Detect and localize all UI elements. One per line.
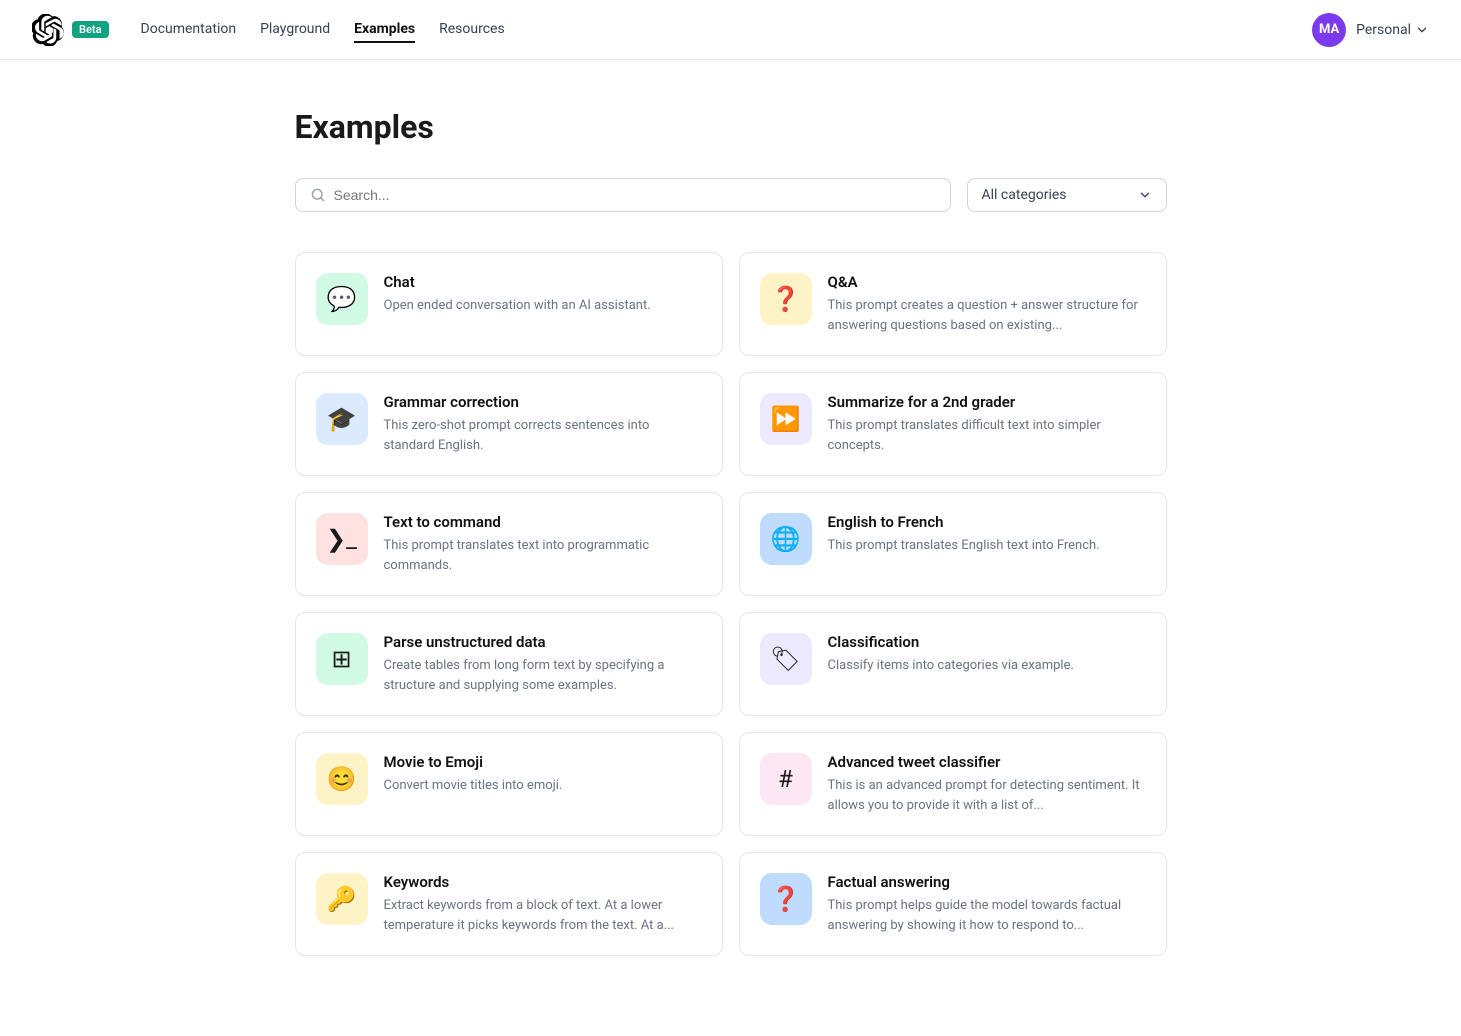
search-icon bbox=[310, 187, 326, 203]
nav-right: MA Personal bbox=[1312, 13, 1429, 47]
card-title-keywords: Keywords bbox=[384, 873, 702, 891]
card-desc-chat: Open ended conversation with an AI assis… bbox=[384, 296, 702, 316]
card-title-summarize: Summarize for a 2nd grader bbox=[828, 393, 1146, 411]
card-classification[interactable]: 🏷 Classification Classify items into cat… bbox=[739, 612, 1167, 716]
card-icon-classification: 🏷 bbox=[760, 633, 812, 685]
card-icon-qa: ❓ bbox=[760, 273, 812, 325]
card-keywords[interactable]: 🔑 Keywords Extract keywords from a block… bbox=[295, 852, 723, 956]
nav-link-examples[interactable]: Examples bbox=[354, 17, 415, 43]
page-title: Examples bbox=[295, 108, 1167, 146]
nav-link-resources[interactable]: Resources bbox=[439, 17, 505, 43]
card-parse[interactable]: ⊞ Parse unstructured data Create tables … bbox=[295, 612, 723, 716]
card-text-factual: Factual answering This prompt helps guid… bbox=[828, 873, 1146, 935]
card-summarize[interactable]: ⏩ Summarize for a 2nd grader This prompt… bbox=[739, 372, 1167, 476]
card-en-fr[interactable]: 🌐 English to French This prompt translat… bbox=[739, 492, 1167, 596]
card-desc-keywords: Extract keywords from a block of text. A… bbox=[384, 896, 702, 935]
card-icon-movie-emoji: 😊 bbox=[316, 753, 368, 805]
card-text-grammar: Grammar correction This zero-shot prompt… bbox=[384, 393, 702, 455]
card-desc-qa: This prompt creates a question + answer … bbox=[828, 296, 1146, 335]
card-text-text-command: Text to command This prompt translates t… bbox=[384, 513, 702, 575]
search-input[interactable] bbox=[334, 187, 936, 203]
card-title-qa: Q&A bbox=[828, 273, 1146, 291]
card-desc-text-command: This prompt translates text into program… bbox=[384, 536, 702, 575]
card-desc-classification: Classify items into categories via examp… bbox=[828, 656, 1146, 676]
card-title-parse: Parse unstructured data bbox=[384, 633, 702, 651]
nav-link-documentation[interactable]: Documentation bbox=[141, 17, 237, 43]
card-text-tweet-classifier: Advanced tweet classifier This is an adv… bbox=[828, 753, 1146, 815]
card-tweet-classifier[interactable]: # Advanced tweet classifier This is an a… bbox=[739, 732, 1167, 836]
card-icon-keywords: 🔑 bbox=[316, 873, 368, 925]
card-title-chat: Chat bbox=[384, 273, 702, 291]
card-grammar[interactable]: 🎓 Grammar correction This zero-shot prom… bbox=[295, 372, 723, 476]
card-text-parse: Parse unstructured data Create tables fr… bbox=[384, 633, 702, 695]
filters-bar: All categories bbox=[295, 178, 1167, 212]
card-text-en-fr: English to French This prompt translates… bbox=[828, 513, 1146, 556]
card-desc-summarize: This prompt translates difficult text in… bbox=[828, 416, 1146, 455]
card-icon-factual: ❓ bbox=[760, 873, 812, 925]
openai-logo-icon bbox=[32, 14, 64, 46]
examples-grid: 💬 Chat Open ended conversation with an A… bbox=[295, 252, 1167, 956]
category-dropdown[interactable]: All categories bbox=[967, 178, 1167, 212]
nav-link-playground[interactable]: Playground bbox=[260, 17, 330, 43]
avatar[interactable]: MA bbox=[1312, 13, 1346, 47]
card-title-en-fr: English to French bbox=[828, 513, 1146, 531]
card-title-grammar: Grammar correction bbox=[384, 393, 702, 411]
card-desc-grammar: This zero-shot prompt corrects sentences… bbox=[384, 416, 702, 455]
card-qa[interactable]: ❓ Q&A This prompt creates a question + a… bbox=[739, 252, 1167, 356]
card-desc-movie-emoji: Convert movie titles into emoji. bbox=[384, 776, 702, 796]
chevron-down-icon bbox=[1138, 188, 1152, 202]
card-desc-factual: This prompt helps guide the model toward… bbox=[828, 896, 1146, 935]
card-text-qa: Q&A This prompt creates a question + ans… bbox=[828, 273, 1146, 335]
card-text-command[interactable]: ❯_ Text to command This prompt translate… bbox=[295, 492, 723, 596]
beta-badge: Beta bbox=[72, 21, 109, 38]
card-title-tweet-classifier: Advanced tweet classifier bbox=[828, 753, 1146, 771]
card-desc-en-fr: This prompt translates English text into… bbox=[828, 536, 1146, 556]
card-title-text-command: Text to command bbox=[384, 513, 702, 531]
card-title-factual: Factual answering bbox=[828, 873, 1146, 891]
card-text-classification: Classification Classify items into categ… bbox=[828, 633, 1146, 676]
card-icon-tweet-classifier: # bbox=[760, 753, 812, 805]
user-label-text: Personal bbox=[1356, 22, 1411, 38]
card-icon-en-fr: 🌐 bbox=[760, 513, 812, 565]
card-movie-emoji[interactable]: 😊 Movie to Emoji Convert movie titles in… bbox=[295, 732, 723, 836]
search-wrap[interactable] bbox=[295, 178, 951, 212]
card-text-chat: Chat Open ended conversation with an AI … bbox=[384, 273, 702, 316]
card-desc-tweet-classifier: This is an advanced prompt for detecting… bbox=[828, 776, 1146, 815]
card-icon-summarize: ⏩ bbox=[760, 393, 812, 445]
card-text-summarize: Summarize for a 2nd grader This prompt t… bbox=[828, 393, 1146, 455]
card-icon-grammar: 🎓 bbox=[316, 393, 368, 445]
nav-left: Beta Documentation Playground Examples Reso… bbox=[32, 14, 505, 46]
user-menu[interactable]: Personal bbox=[1356, 22, 1429, 38]
card-text-keywords: Keywords Extract keywords from a block o… bbox=[384, 873, 702, 935]
card-title-classification: Classification bbox=[828, 633, 1146, 651]
card-text-movie-emoji: Movie to Emoji Convert movie titles into… bbox=[384, 753, 702, 796]
card-title-movie-emoji: Movie to Emoji bbox=[384, 753, 702, 771]
card-icon-text-command: ❯_ bbox=[316, 513, 368, 565]
category-label: All categories bbox=[982, 187, 1067, 203]
logo[interactable]: Beta bbox=[32, 14, 109, 46]
card-icon-parse: ⊞ bbox=[316, 633, 368, 685]
card-factual[interactable]: ❓ Factual answering This prompt helps gu… bbox=[739, 852, 1167, 956]
card-chat[interactable]: 💬 Chat Open ended conversation with an A… bbox=[295, 252, 723, 356]
chevron-down-icon bbox=[1415, 23, 1429, 37]
card-icon-chat: 💬 bbox=[316, 273, 368, 325]
card-desc-parse: Create tables from long form text by spe… bbox=[384, 656, 702, 695]
nav-links: Documentation Playground Examples Resources bbox=[141, 17, 505, 43]
